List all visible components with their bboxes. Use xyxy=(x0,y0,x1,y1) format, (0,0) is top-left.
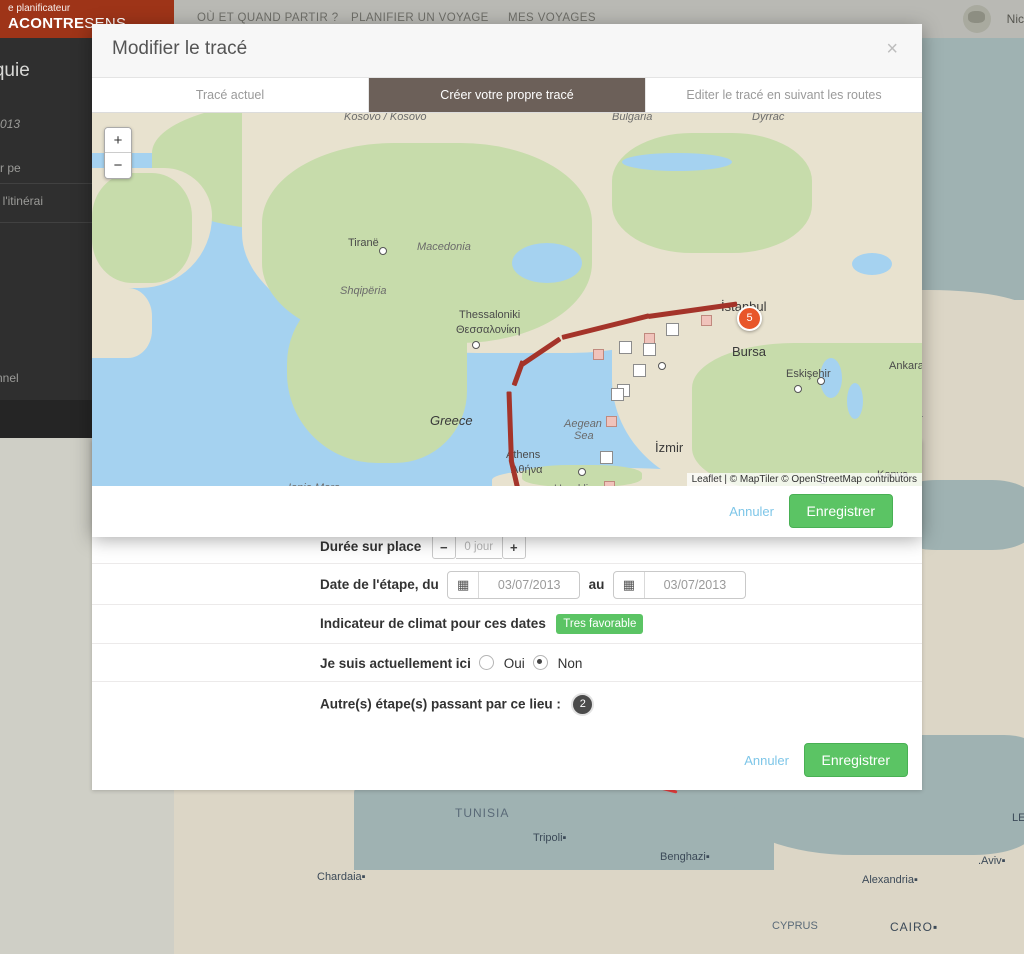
here-now-label: Je suis actuellement ici xyxy=(320,656,471,671)
panel-save-button[interactable]: Enregistrer xyxy=(803,743,908,777)
map-green-italy xyxy=(92,173,192,283)
route-vertex[interactable] xyxy=(600,451,613,464)
stage-date-to-field[interactable]: ▦ 03/07/2013 xyxy=(612,571,746,599)
city-dot xyxy=(379,247,387,255)
route-vertex-mid[interactable] xyxy=(701,315,712,326)
route-vertex[interactable] xyxy=(633,364,646,377)
tab-trace-actuel[interactable]: Tracé actuel xyxy=(92,78,369,112)
map-label: İzmir xyxy=(655,440,684,455)
stage-date-from-value: 03/07/2013 xyxy=(497,578,561,592)
minus-icon[interactable]: − xyxy=(105,153,131,178)
map-sea-marmara xyxy=(622,153,732,171)
form-row-stage-date: Date de l'étape, du ▦ 03/07/2013 au ▦ 03… xyxy=(92,564,922,605)
city-dot xyxy=(658,362,666,370)
city-dot xyxy=(578,468,586,476)
map-label: Θεσσαλονίκη xyxy=(456,324,521,336)
map-label: Dyrrac xyxy=(752,113,785,123)
tab-creer-votre-propre-trace[interactable]: Créer votre propre tracé xyxy=(369,78,646,112)
nav-link-mes-voyages[interactable]: MES VOYAGES xyxy=(508,12,596,24)
map-label: Ankara xyxy=(889,360,922,372)
user-name-label: Nic xyxy=(1006,12,1024,26)
map-label: Shqipëria xyxy=(340,285,387,297)
map-label: Bulgaria xyxy=(612,113,653,123)
map-label: Macedonia xyxy=(417,241,471,253)
duration-increment-button[interactable]: + xyxy=(501,535,526,559)
stage-date-between-label: au xyxy=(588,577,605,593)
route-segment[interactable] xyxy=(506,391,514,462)
map-label: Greece xyxy=(430,413,473,428)
climate-label: Indicateur de climat pour ces dates xyxy=(320,616,546,632)
route-vertex[interactable] xyxy=(619,341,632,354)
stage-date-to-value: 03/07/2013 xyxy=(663,578,727,592)
duration-value: 0 jour xyxy=(455,535,502,559)
route-vertex-mid[interactable] xyxy=(604,481,615,486)
route-vertex[interactable] xyxy=(666,323,679,336)
map-lake-1 xyxy=(852,253,892,275)
modal-cancel-button[interactable]: Annuler xyxy=(723,503,780,520)
map-label: Thessaloniki xyxy=(459,309,521,321)
map-marker-step-5[interactable]: 5 xyxy=(737,306,762,331)
map-sea-aegean-gap xyxy=(512,243,582,283)
map-green-taurus xyxy=(692,343,922,486)
panel-action-bar: Annuler Enregistrer xyxy=(92,734,922,790)
here-now-yes-label: Oui xyxy=(503,656,525,671)
form-row-here-now: Je suis actuellement ici Oui Non xyxy=(92,644,922,682)
map-green-peloponnese xyxy=(287,283,467,463)
form-row-climate: Indicateur de climat pour ces dates Tres… xyxy=(92,605,922,644)
map-lake-3 xyxy=(847,383,863,419)
map-label: Kosovo / Kosovo xyxy=(344,113,427,123)
route-vertex-mid[interactable] xyxy=(593,349,604,360)
map-green-marmara xyxy=(612,133,812,253)
close-icon[interactable]: × xyxy=(880,38,904,60)
map-label: Bursa xyxy=(732,344,766,359)
climate-status-badge: Tres favorable xyxy=(556,614,644,634)
brand-tagline: e planificateur xyxy=(8,3,71,14)
here-now-radio-no[interactable] xyxy=(533,655,549,670)
map-label: Eskişehir xyxy=(786,368,831,380)
brand-name-bold: ACONTRE xyxy=(8,15,85,32)
calendar-icon: ▦ xyxy=(448,572,480,598)
city-dot xyxy=(794,385,802,393)
other-stages-label: Autre(s) étape(s) passant par ce lieu : xyxy=(320,696,561,712)
modal-action-bar: Annuler Enregistrer xyxy=(92,486,922,537)
nav-link-ou-et-quand-partir[interactable]: OÙ ET QUAND PARTIR ? xyxy=(197,12,339,24)
modal-tab-bar: Tracé actuel Créer votre propre tracé Ed… xyxy=(92,78,922,113)
route-vertex[interactable] xyxy=(611,388,624,401)
stage-date-from-field[interactable]: ▦ 03/07/2013 xyxy=(447,571,581,599)
nav-link-planifier-un-voyage[interactable]: PLANIFIER UN VOYAGE xyxy=(351,12,489,24)
here-now-no-label: Non xyxy=(557,656,583,671)
duration-label: Durée sur place xyxy=(320,539,422,555)
map-label: Tiranë xyxy=(348,237,379,249)
tab-editer-le-trace-en-suivant-les-routes[interactable]: Editer le tracé en suivant les routes xyxy=(646,78,922,112)
edit-route-modal: Modifier le tracé × Tracé actuel Créer v… xyxy=(92,24,922,537)
modal-save-button[interactable]: Enregistrer xyxy=(788,494,893,528)
here-now-radio-yes[interactable] xyxy=(479,655,495,670)
map-land-italy-south xyxy=(92,288,152,358)
other-stages-count-badge[interactable]: 2 xyxy=(571,693,595,716)
duration-stepper[interactable]: − 0 jour + xyxy=(431,535,526,559)
plus-icon[interactable]: + xyxy=(105,128,131,153)
stage-date-label: Date de l'étape, du xyxy=(320,577,439,593)
modal-header: Modifier le tracé × xyxy=(92,24,922,78)
panel-cancel-button[interactable]: Annuler xyxy=(738,752,795,769)
sidebar-misc-2: isionnel xyxy=(0,371,19,385)
map-attribution[interactable]: Leaflet | © MapTiler © OpenStreetMap con… xyxy=(686,473,922,486)
route-vertex-mid[interactable] xyxy=(606,416,617,427)
route-editor-map[interactable]: + − 5 4 xyxy=(92,113,922,486)
form-row-other-stages: Autre(s) étape(s) passant par ce lieu : … xyxy=(92,682,922,720)
avatar[interactable] xyxy=(963,5,991,33)
map-label: Aegean xyxy=(564,418,602,430)
duration-decrement-button[interactable]: − xyxy=(431,535,456,559)
map-zoom-controls: + − xyxy=(104,127,132,179)
map-label: Sea xyxy=(574,430,594,442)
calendar-icon: ▦ xyxy=(614,572,645,598)
route-segment[interactable] xyxy=(511,360,526,387)
city-dot xyxy=(472,341,480,349)
route-vertex[interactable] xyxy=(643,343,656,356)
modal-title: Modifier le tracé xyxy=(112,38,248,59)
